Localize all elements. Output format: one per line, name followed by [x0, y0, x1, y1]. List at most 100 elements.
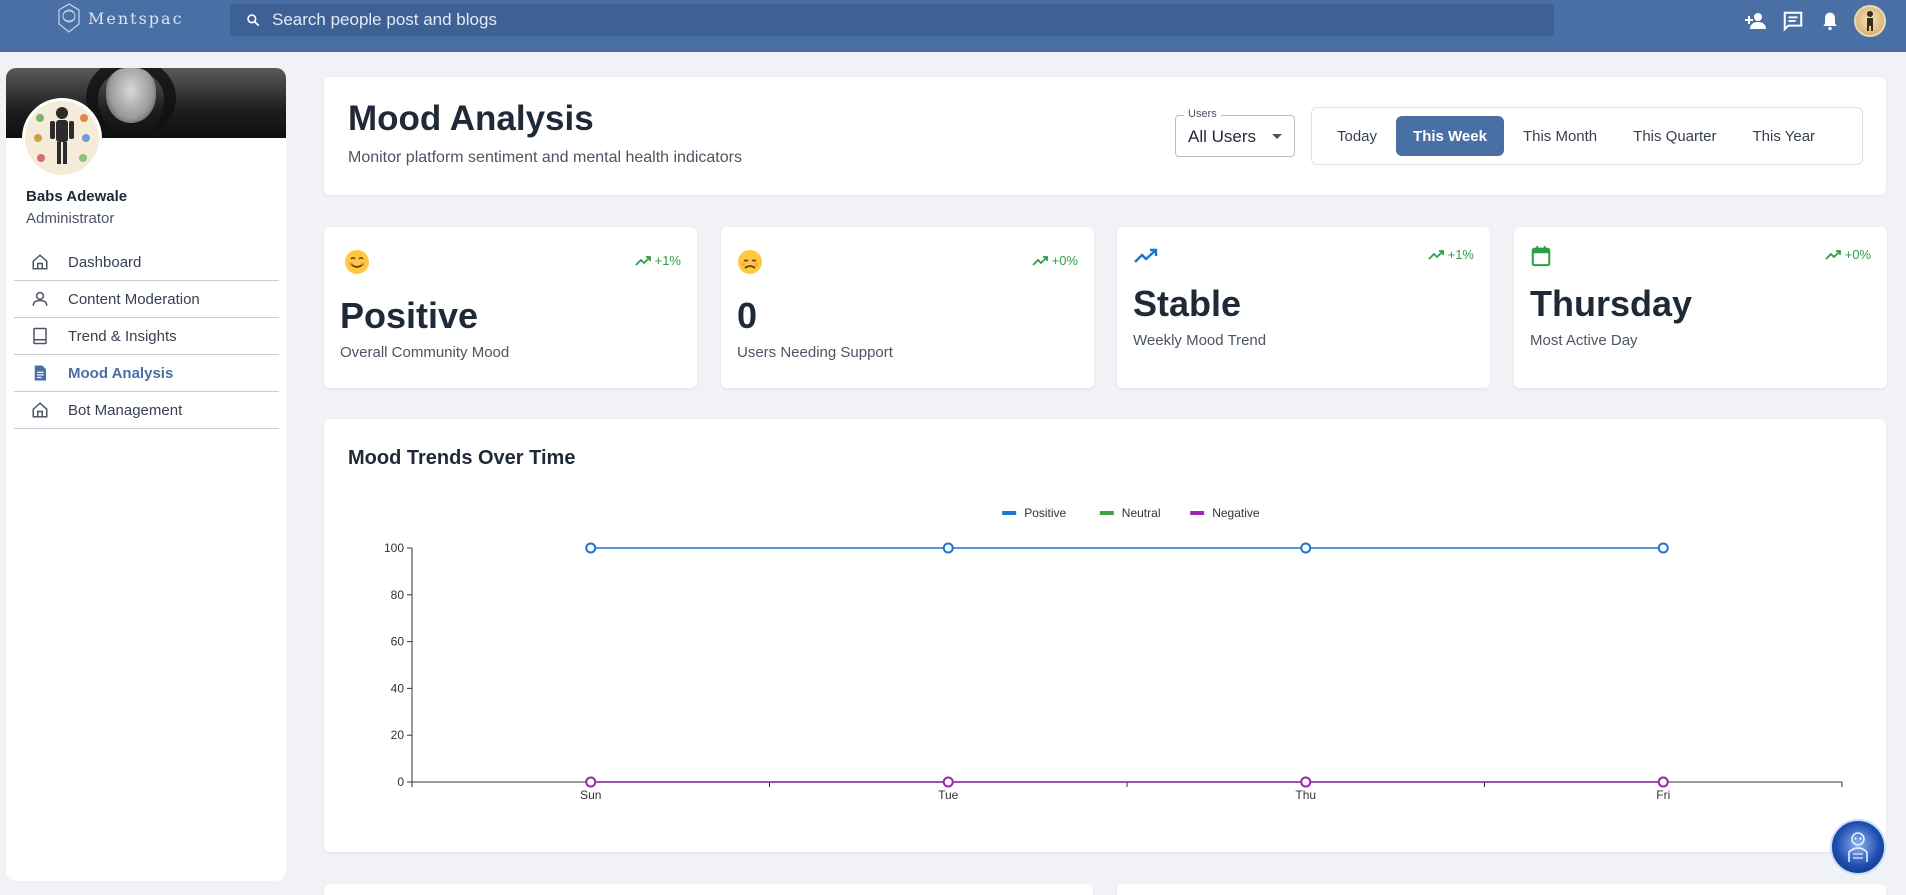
stat-trend-value: +0%: [1844, 247, 1871, 262]
stat-label: Overall Community Mood: [340, 344, 510, 361]
stat-value: Thursday: [1530, 283, 1693, 324]
user-avatar[interactable]: [1854, 5, 1886, 37]
stat-trend: +0%: [1824, 247, 1871, 262]
search-input[interactable]: [272, 10, 1472, 30]
bottom-card-left: [324, 884, 1093, 895]
chat-icon[interactable]: [1780, 9, 1805, 34]
y-tick-label: 20: [391, 728, 405, 742]
bot-assistant-button[interactable]: [1830, 819, 1886, 875]
stat-card-community-mood: +1% Positive Overall Community Mood: [324, 227, 697, 388]
bottom-card-right: [1117, 884, 1886, 895]
mood-trends-chart: Positive Neutral Negative 0 20 40 60 80 100 Sun Tu…: [384, 506, 1843, 802]
y-tick-label: 60: [391, 635, 405, 649]
y-tick-label: 80: [391, 588, 405, 602]
period-toggle-group: Today This Week This Month This Quarter …: [1311, 107, 1863, 165]
page-title: Mood Analysis: [348, 99, 594, 138]
x-tick-label: Thu: [1295, 788, 1316, 802]
data-point-negative: [585, 776, 597, 788]
y-tick-label: 0: [397, 775, 404, 789]
sidebar: Babs Adewale Administrator Dashboard Con…: [6, 68, 286, 881]
data-point-positive: [942, 542, 954, 554]
period-this-year-button[interactable]: This Year: [1736, 116, 1833, 156]
sidebar-nav: Dashboard Content Moderation Trend & Ins…: [14, 244, 279, 429]
data-point-negative: [942, 776, 954, 788]
period-today-button[interactable]: Today: [1320, 116, 1394, 156]
trending-up-icon: [1133, 243, 1159, 269]
stat-value: Stable: [1133, 283, 1242, 324]
sidebar-item-mood-analysis[interactable]: Mood Analysis: [14, 355, 279, 392]
sidebar-item-label: Content Moderation: [68, 290, 200, 308]
trending-up-icon: [634, 255, 651, 266]
trending-up-icon: [1427, 249, 1444, 260]
y-tick-label: 100: [384, 541, 404, 555]
mood-trends-chart-card: Mood Trends Over Time Positive Neutral Neg…: [324, 419, 1886, 852]
profile-role: Administrator: [26, 210, 115, 227]
logo-text: Mentspac: [88, 8, 184, 28]
trending-up-icon: [1031, 255, 1048, 266]
x-tick-label: Sun: [580, 788, 601, 802]
data-point-negative: [1657, 776, 1669, 788]
home-icon: [30, 400, 50, 420]
users-filter-select[interactable]: Users All Users: [1175, 108, 1295, 157]
smile-emoji-icon: [344, 249, 370, 275]
x-tick-label: Fri: [1656, 788, 1670, 802]
stat-card-users-needing-support: +0% 0 Users Needing Support: [721, 227, 1094, 388]
period-this-week-button[interactable]: This Week: [1396, 116, 1504, 156]
trending-up-icon: [1824, 249, 1841, 260]
data-point-positive: [1657, 542, 1669, 554]
search-bar[interactable]: [230, 4, 1554, 36]
stat-trend-value: +1%: [1447, 247, 1474, 262]
stat-trend: +0%: [1031, 253, 1078, 268]
stat-card-most-active-day: +0% Thursday Most Active Day: [1514, 227, 1887, 388]
sidebar-item-trend-insights[interactable]: Trend & Insights: [14, 318, 279, 355]
stat-label: Most Active Day: [1530, 332, 1638, 349]
sidebar-item-label: Trend & Insights: [68, 327, 177, 345]
stat-trend-value: +0%: [1051, 253, 1078, 268]
add-person-icon[interactable]: [1743, 9, 1768, 34]
legend-label: Positive: [1024, 506, 1066, 520]
top-bar: Mentspac: [0, 0, 1906, 52]
stat-trend-value: +1%: [654, 253, 681, 268]
users-filter-value: All Users: [1188, 127, 1257, 146]
period-this-month-button[interactable]: This Month: [1506, 116, 1614, 156]
cover-mask-shape: [106, 68, 156, 123]
document-icon: [30, 363, 50, 383]
data-point-negative: [1300, 776, 1312, 788]
stat-card-weekly-mood-trend: +1% Stable Weekly Mood Trend: [1117, 227, 1490, 388]
stat-trend: +1%: [634, 253, 681, 268]
stat-trend: +1%: [1427, 247, 1474, 262]
stat-label: Users Needing Support: [737, 344, 893, 361]
users-filter-label: Users: [1184, 108, 1221, 120]
bell-icon[interactable]: [1817, 9, 1842, 34]
data-point-positive: [1300, 542, 1312, 554]
sidebar-item-label: Mood Analysis: [68, 364, 174, 382]
stat-label: Weekly Mood Trend: [1133, 332, 1267, 349]
sidebar-item-label: Bot Management: [68, 401, 183, 419]
search-icon: [247, 14, 260, 27]
legend-label: Neutral: [1122, 506, 1161, 520]
sad-emoji-icon: [737, 249, 763, 275]
sidebar-item-bot-management[interactable]: Bot Management: [14, 392, 279, 429]
y-tick-label: 40: [391, 681, 405, 695]
calendar-icon: [1528, 243, 1554, 269]
profile-name: Babs Adewale: [26, 188, 128, 205]
bot-icon: [1848, 832, 1868, 862]
logo-icon: [58, 3, 80, 33]
home-icon: [30, 252, 50, 272]
caret-down-icon: [1272, 134, 1282, 139]
stat-value: Positive: [340, 295, 479, 336]
legend-label: Negative: [1212, 506, 1260, 520]
profile-avatar[interactable]: [22, 98, 102, 178]
sidebar-item-label: Dashboard: [68, 253, 142, 271]
period-this-quarter-button[interactable]: This Quarter: [1616, 116, 1733, 156]
book-icon: [30, 326, 50, 346]
page-subtitle: Monitor platform sentiment and mental he…: [348, 149, 742, 166]
page-header-card: Mood Analysis Monitor platform sentiment…: [324, 77, 1886, 195]
sidebar-item-content-moderation[interactable]: Content Moderation: [14, 281, 279, 318]
stat-value: 0: [737, 295, 758, 336]
app-logo[interactable]: Mentspac: [56, 2, 184, 34]
data-point-positive: [585, 542, 597, 554]
x-tick-label: Tue: [938, 788, 959, 802]
top-actions: [1743, 5, 1886, 37]
sidebar-item-dashboard[interactable]: Dashboard: [14, 244, 279, 281]
